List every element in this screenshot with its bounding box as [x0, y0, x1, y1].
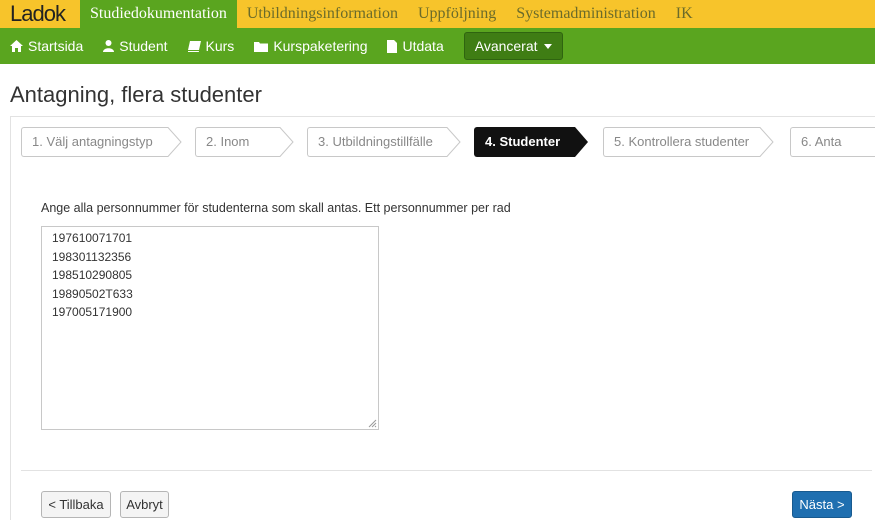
step-2[interactable]: 2. Inom — [195, 127, 294, 157]
book-icon — [187, 40, 201, 52]
form-divider — [21, 470, 872, 471]
step-4-label: 4. Studenter — [474, 127, 574, 157]
topnav-utbildningsinformation[interactable]: Utbildningsinformation — [237, 0, 408, 28]
step-5-label: 5. Kontrollera studenter — [603, 127, 759, 157]
nav-kurspaketering-label: Kurspaketering — [273, 38, 368, 54]
step-2-label: 2. Inom — [195, 127, 279, 157]
step-3-label: 3. Utbildningstillfälle — [307, 127, 446, 157]
topnav-ik[interactable]: IK — [666, 0, 703, 28]
nav-avancerat-label: Avancerat — [474, 38, 538, 54]
topnav-studiedokumentation[interactable]: Studiedokumentation — [80, 0, 237, 28]
file-icon — [387, 39, 398, 53]
home-icon — [10, 40, 23, 52]
next-button[interactable]: Nästa > — [792, 491, 852, 518]
step-6[interactable]: 6. Anta — [790, 127, 875, 157]
ladok-logo[interactable]: Ladok — [0, 0, 80, 28]
page-title: Antagning, flera studenter — [10, 82, 262, 107]
nav-startsida[interactable]: Startsida — [10, 28, 83, 64]
nav-kurs-label: Kurs — [205, 38, 235, 54]
main-navigation: Startsida Student Kurs Kurspaketering Ut… — [0, 28, 875, 64]
caret-down-icon — [543, 43, 552, 49]
nav-utdata-label: Utdata — [402, 38, 444, 54]
step-2-arrow — [278, 127, 294, 157]
topnav-systemadministration[interactable]: Systemadministration — [506, 0, 666, 28]
step-1-label: 1. Välj antagningstyp — [21, 127, 167, 157]
user-icon — [103, 40, 115, 52]
step-5[interactable]: 5. Kontrollera studenter — [603, 127, 774, 157]
nav-student-label: Student — [119, 38, 168, 54]
nav-utdata[interactable]: Utdata — [387, 28, 444, 64]
step-6-label: 6. Anta — [790, 127, 875, 157]
step-1-arrow — [166, 127, 182, 157]
topnav-uppfoljning[interactable]: Uppföljning — [408, 0, 506, 28]
nav-avancerat-dropdown[interactable]: Avancerat — [463, 32, 563, 60]
folder-icon — [254, 41, 269, 52]
nav-student[interactable]: Student — [103, 28, 168, 64]
resize-grip-icon[interactable] — [367, 418, 377, 428]
nav-kurspaketering[interactable]: Kurspaketering — [254, 28, 367, 64]
step-4[interactable]: 4. Studenter — [474, 127, 588, 157]
nav-kurs[interactable]: Kurs — [187, 28, 235, 64]
step-3[interactable]: 3. Utbildningstillfälle — [307, 127, 461, 157]
top-navigation: Studiedokumentation Utbildningsinformati… — [80, 0, 703, 28]
logo-text: Ladok — [10, 1, 66, 26]
instruction-text: Ange alla personnummer för studenterna s… — [41, 201, 511, 215]
step-5-arrow — [758, 127, 774, 157]
cancel-button[interactable]: Avbryt — [120, 491, 169, 518]
step-1[interactable]: 1. Välj antagningstyp — [21, 127, 182, 157]
personnummer-textarea[interactable]: 197610071701 198301132356 198510290805 1… — [41, 226, 379, 430]
back-button[interactable]: < Tillbaka — [41, 491, 111, 518]
step-3-arrow — [445, 127, 461, 157]
step-4-arrow — [573, 127, 588, 157]
nav-startsida-label: Startsida — [28, 38, 84, 54]
